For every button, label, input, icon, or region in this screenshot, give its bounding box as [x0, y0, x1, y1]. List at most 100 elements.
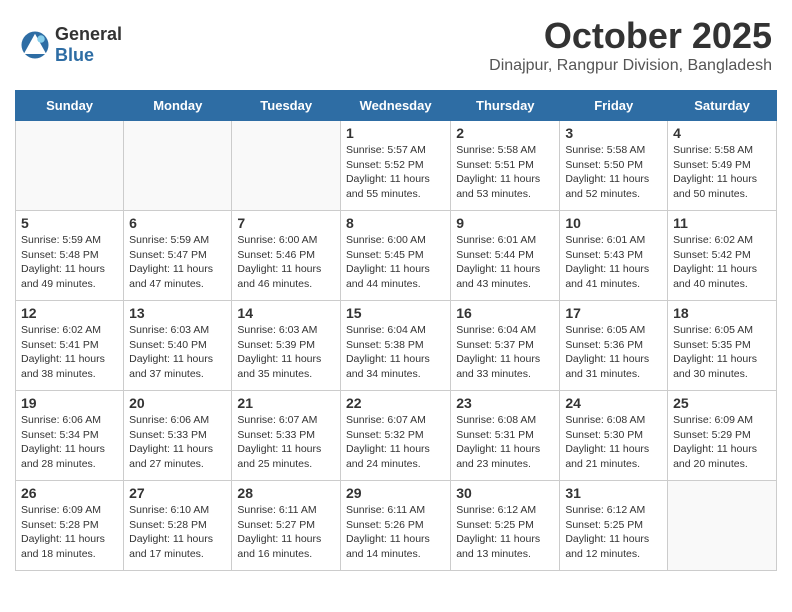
day-info: Sunrise: 6:04 AMSunset: 5:37 PMDaylight:… [456, 323, 554, 382]
day-number: 14 [237, 305, 335, 321]
day-info: Sunrise: 6:12 AMSunset: 5:25 PMDaylight:… [565, 503, 662, 562]
calendar-cell: 12 Sunrise: 6:02 AMSunset: 5:41 PMDayligh… [16, 301, 124, 391]
calendar-cell: 7 Sunrise: 6:00 AMSunset: 5:46 PMDaylight… [232, 211, 341, 301]
day-number: 3 [565, 125, 662, 141]
day-number: 15 [346, 305, 445, 321]
weekday-header-sunday: Sunday [16, 91, 124, 121]
calendar-cell: 14 Sunrise: 6:03 AMSunset: 5:39 PMDayligh… [232, 301, 341, 391]
day-number: 19 [21, 395, 118, 411]
day-info: Sunrise: 5:58 AMSunset: 5:50 PMDaylight:… [565, 143, 662, 202]
calendar-cell: 25 Sunrise: 6:09 AMSunset: 5:29 PMDayligh… [668, 391, 777, 481]
day-info: Sunrise: 6:07 AMSunset: 5:32 PMDaylight:… [346, 413, 445, 472]
calendar-cell: 29Sunrise: 6:11 AMSunset: 5:26 PMDayligh… [340, 481, 450, 571]
calendar-cell: 27 Sunrise: 6:10 AMSunset: 5:28 PMDayligh… [124, 481, 232, 571]
day-number: 25 [673, 395, 771, 411]
day-info: Sunrise: 6:06 AMSunset: 5:33 PMDaylight:… [129, 413, 226, 472]
day-info: Sunrise: 5:59 AMSunset: 5:48 PMDaylight:… [21, 233, 118, 292]
calendar-cell: 5Sunrise: 5:59 AMSunset: 5:48 PMDaylight… [16, 211, 124, 301]
day-info: Sunrise: 5:59 AMSunset: 5:47 PMDaylight:… [129, 233, 226, 292]
day-info: Sunrise: 6:00 AMSunset: 5:45 PMDaylight:… [346, 233, 445, 292]
location: Dinajpur, Rangpur Division, Bangladesh [489, 57, 772, 75]
calendar-cell: 19 Sunrise: 6:06 AMSunset: 5:34 PMDayligh… [16, 391, 124, 481]
calendar-cell [16, 121, 124, 211]
day-number: 9 [456, 215, 554, 231]
calendar-week-row: 19 Sunrise: 6:06 AMSunset: 5:34 PMDayligh… [16, 391, 777, 481]
day-number: 13 [129, 305, 226, 321]
day-number: 4 [673, 125, 771, 141]
day-info: Sunrise: 6:02 AMSunset: 5:41 PMDaylight:… [21, 323, 118, 382]
day-info: Sunrise: 6:08 AMSunset: 5:30 PMDaylight:… [565, 413, 662, 472]
day-info: Sunrise: 6:01 AMSunset: 5:43 PMDaylight:… [565, 233, 662, 292]
day-info: Sunrise: 6:08 AMSunset: 5:31 PMDaylight:… [456, 413, 554, 472]
day-info: Sunrise: 6:07 AMSunset: 5:33 PMDaylight:… [237, 413, 335, 472]
day-info: Sunrise: 6:03 AMSunset: 5:39 PMDaylight:… [237, 323, 335, 382]
logo-blue-text: Blue [55, 45, 122, 66]
calendar-week-row: 1Sunrise: 5:57 AMSunset: 5:52 PMDaylight… [16, 121, 777, 211]
weekday-header-tuesday: Tuesday [232, 91, 341, 121]
calendar-cell: 15 Sunrise: 6:04 AMSunset: 5:38 PMDayligh… [340, 301, 450, 391]
day-number: 8 [346, 215, 445, 231]
day-number: 29 [346, 485, 445, 501]
day-info: Sunrise: 6:01 AMSunset: 5:44 PMDaylight:… [456, 233, 554, 292]
calendar-cell: 31 Sunrise: 6:12 AMSunset: 5:25 PMDayligh… [560, 481, 668, 571]
calendar-cell: 8 Sunrise: 6:00 AMSunset: 5:45 PMDaylight… [340, 211, 450, 301]
weekday-header-monday: Monday [124, 91, 232, 121]
calendar-cell: 9 Sunrise: 6:01 AMSunset: 5:44 PMDaylight… [451, 211, 560, 301]
calendar-cell: 4 Sunrise: 5:58 AMSunset: 5:49 PMDaylight… [668, 121, 777, 211]
day-number: 6 [129, 215, 226, 231]
day-info: Sunrise: 6:03 AMSunset: 5:40 PMDaylight:… [129, 323, 226, 382]
day-info: Sunrise: 6:10 AMSunset: 5:28 PMDaylight:… [129, 503, 226, 562]
calendar-cell: 16 Sunrise: 6:04 AMSunset: 5:37 PMDayligh… [451, 301, 560, 391]
title-area: October 2025 Dinajpur, Rangpur Division,… [489, 15, 772, 75]
calendar-cell: 23Sunrise: 6:08 AMSunset: 5:31 PMDayligh… [451, 391, 560, 481]
day-number: 28 [237, 485, 335, 501]
logo-icon [20, 30, 50, 60]
day-number: 22 [346, 395, 445, 411]
day-info: Sunrise: 6:09 AMSunset: 5:28 PMDaylight:… [21, 503, 118, 562]
calendar-cell: 3 Sunrise: 5:58 AMSunset: 5:50 PMDaylight… [560, 121, 668, 211]
calendar-cell: 24 Sunrise: 6:08 AMSunset: 5:30 PMDayligh… [560, 391, 668, 481]
day-number: 30 [456, 485, 554, 501]
day-info: Sunrise: 5:58 AMSunset: 5:51 PMDaylight:… [456, 143, 554, 202]
weekday-header-thursday: Thursday [451, 91, 560, 121]
calendar-cell: 30Sunrise: 6:12 AMSunset: 5:25 PMDayligh… [451, 481, 560, 571]
page-header: General Blue October 2025 Dinajpur, Rang… [0, 0, 792, 80]
calendar-cell: 11Sunrise: 6:02 AMSunset: 5:42 PMDayligh… [668, 211, 777, 301]
day-info: Sunrise: 6:06 AMSunset: 5:34 PMDaylight:… [21, 413, 118, 472]
day-number: 7 [237, 215, 335, 231]
weekday-header-friday: Friday [560, 91, 668, 121]
day-info: Sunrise: 6:05 AMSunset: 5:35 PMDaylight:… [673, 323, 771, 382]
day-info: Sunrise: 6:00 AMSunset: 5:46 PMDaylight:… [237, 233, 335, 292]
calendar-cell: 10Sunrise: 6:01 AMSunset: 5:43 PMDayligh… [560, 211, 668, 301]
day-info: Sunrise: 6:09 AMSunset: 5:29 PMDaylight:… [673, 413, 771, 472]
calendar-cell: 22 Sunrise: 6:07 AMSunset: 5:32 PMDayligh… [340, 391, 450, 481]
calendar-cell [668, 481, 777, 571]
calendar-cell: 1Sunrise: 5:57 AMSunset: 5:52 PMDaylight… [340, 121, 450, 211]
calendar-week-row: 12 Sunrise: 6:02 AMSunset: 5:41 PMDayligh… [16, 301, 777, 391]
day-info: Sunrise: 5:58 AMSunset: 5:49 PMDaylight:… [673, 143, 771, 202]
day-info: Sunrise: 6:04 AMSunset: 5:38 PMDaylight:… [346, 323, 445, 382]
day-number: 11 [673, 215, 771, 231]
day-info: Sunrise: 6:05 AMSunset: 5:36 PMDaylight:… [565, 323, 662, 382]
day-number: 18 [673, 305, 771, 321]
calendar-cell [232, 121, 341, 211]
calendar-cell: 28Sunrise: 6:11 AMSunset: 5:27 PMDayligh… [232, 481, 341, 571]
day-number: 24 [565, 395, 662, 411]
day-number: 1 [346, 125, 445, 141]
logo: General Blue [20, 24, 122, 66]
month-title: October 2025 [489, 15, 772, 57]
calendar-cell: 26Sunrise: 6:09 AMSunset: 5:28 PMDayligh… [16, 481, 124, 571]
day-number: 16 [456, 305, 554, 321]
calendar-cell [124, 121, 232, 211]
calendar-cell: 18 Sunrise: 6:05 AMSunset: 5:35 PMDayligh… [668, 301, 777, 391]
day-number: 31 [565, 485, 662, 501]
calendar-cell: 6 Sunrise: 5:59 AMSunset: 5:47 PMDaylight… [124, 211, 232, 301]
day-number: 12 [21, 305, 118, 321]
calendar-cell: 13 Sunrise: 6:03 AMSunset: 5:40 PMDayligh… [124, 301, 232, 391]
day-number: 27 [129, 485, 226, 501]
day-number: 2 [456, 125, 554, 141]
calendar-cell: 2 Sunrise: 5:58 AMSunset: 5:51 PMDaylight… [451, 121, 560, 211]
logo-text: General Blue [55, 24, 122, 66]
calendar-week-row: 26Sunrise: 6:09 AMSunset: 5:28 PMDayligh… [16, 481, 777, 571]
weekday-header-row: SundayMondayTuesdayWednesdayThursdayFrid… [16, 91, 777, 121]
